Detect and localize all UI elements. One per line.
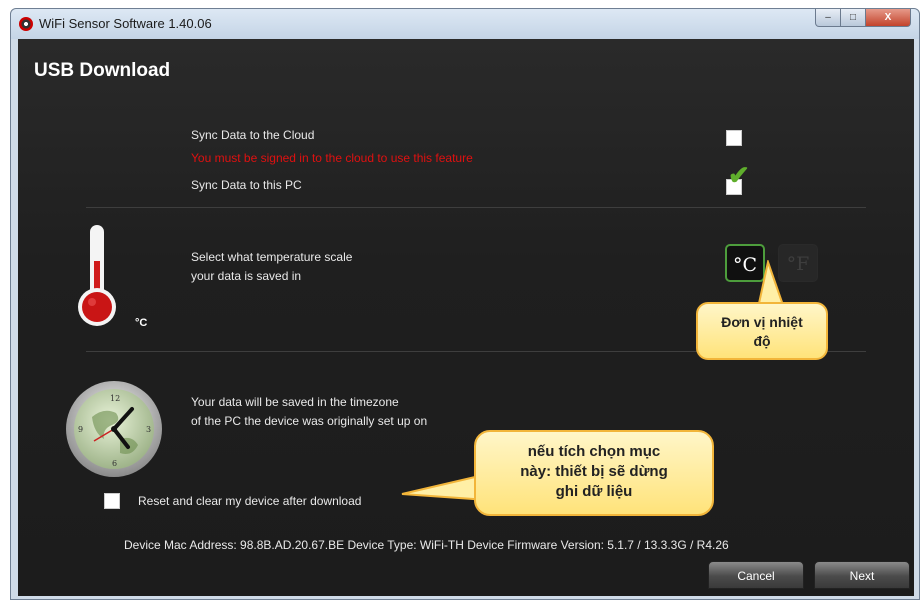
- thermometer-icon: [78, 225, 116, 326]
- temperature-prompt-line1: Select what temperature scale: [191, 250, 353, 264]
- reset-callout-line1: nếu tích chọn mục: [527, 443, 661, 460]
- svg-text:9: 9: [78, 425, 83, 434]
- temperature-callout-line1: Đơn vị nhiệt: [721, 314, 803, 330]
- svg-text:6: 6: [112, 459, 117, 468]
- sync-cloud-label: Sync Data to the Cloud: [191, 128, 315, 142]
- temperature-prompt-line2: your data is saved in: [191, 269, 302, 283]
- minimize-button[interactable]: –: [815, 9, 841, 27]
- cancel-button[interactable]: Cancel: [708, 561, 804, 589]
- device-info: Device Mac Address: 98.8B.AD.20.67.BE De…: [124, 538, 729, 552]
- reset-callout-line2: này: thiết bị sẽ dừng: [520, 463, 668, 480]
- clock-icon: 12 3 6 9: [66, 381, 162, 477]
- timezone-line1: Your data will be saved in the timezone: [191, 395, 399, 409]
- window-controls: – □ X: [815, 9, 911, 29]
- title-bar: WiFi Sensor Software 1.40.06 – □ X: [11, 9, 919, 39]
- svg-text:12: 12: [110, 394, 120, 403]
- thermometer-unit-label: °C: [135, 317, 148, 329]
- timezone-line2: of the PC the device was originally set …: [191, 414, 428, 428]
- sync-pc-label: Sync Data to this PC: [191, 178, 302, 192]
- svg-text:3: 3: [146, 425, 151, 434]
- sync-cloud-checkbox[interactable]: [726, 130, 742, 146]
- reset-device-checkbox[interactable]: [104, 493, 120, 509]
- next-button[interactable]: Next: [814, 561, 910, 589]
- app-icon: [19, 17, 33, 31]
- cloud-warning-text: You must be signed in to the cloud to us…: [191, 151, 473, 165]
- page-title: USB Download: [34, 60, 171, 81]
- close-button[interactable]: X: [865, 9, 911, 27]
- temperature-callout-line2: độ: [753, 333, 771, 349]
- reset-device-label: Reset and clear my device after download: [138, 494, 362, 508]
- divider: [86, 207, 866, 208]
- reset-callout: nếu tích chọn mục này: thiết bị sẽ dừng …: [474, 430, 714, 516]
- window-title: WiFi Sensor Software 1.40.06: [39, 16, 212, 31]
- reset-callout-line3: ghi dữ liệu: [555, 483, 633, 500]
- maximize-button[interactable]: □: [840, 9, 866, 27]
- checkmark-icon: ✔: [728, 160, 750, 190]
- temperature-callout: Đơn vị nhiệt độ: [696, 302, 828, 360]
